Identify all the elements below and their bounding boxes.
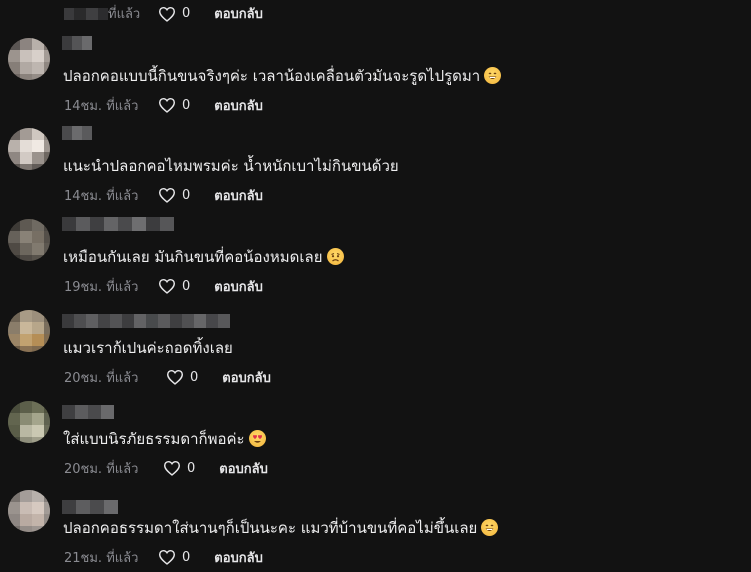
like-button[interactable]: 0	[158, 278, 190, 294]
avatar[interactable]	[8, 310, 50, 352]
reply-button[interactable]: ตอบกลับ	[214, 185, 263, 206]
comment-text: ปลอกคอแบบนี้กินขนจริงๆค่ะ เวลาน้องเคลื่อ…	[63, 66, 502, 86]
like-count: 0	[182, 549, 191, 565]
reply-button[interactable]: ตอบกลับ	[214, 276, 263, 297]
partial-comment-meta: ที่แล้ว 0 ตอบกลับ	[64, 3, 263, 24]
comment-meta: 20ชม. ที่แล้ว 0 ตอบกลับ	[64, 459, 268, 477]
avatar[interactable]	[8, 128, 50, 170]
worried-face-emoji	[326, 248, 344, 265]
comment-item: แนะนำปลอกคอไหมพรมค่ะ น้ำหนักเบาไม่กินขนด…	[0, 126, 751, 219]
heart-icon	[158, 278, 176, 294]
comment-meta: 20ชม. ที่แล้ว 0 ตอบกลับ	[64, 368, 271, 386]
reply-button[interactable]: ตอบกลับ	[214, 3, 263, 24]
comment-meta: 14ชม. ที่แล้ว 0 ตอบกลับ	[64, 96, 263, 114]
avatar[interactable]	[8, 219, 50, 261]
heart-icon	[158, 549, 176, 565]
comment-text-content: แมวเราก้เปนค่ะถอดทิ้งเลย	[63, 339, 233, 357]
comment-item: ปลอกคอแบบนี้กินขนจริงๆค่ะ เวลาน้องเคลื่อ…	[0, 36, 751, 129]
comment-text: เหมือนกันเลย มันกินขนที่คอน้องหมดเลย	[63, 247, 344, 267]
heart-icon	[158, 187, 176, 203]
reply-button[interactable]: ตอบกลับ	[219, 458, 268, 479]
username-blurred[interactable]	[62, 217, 174, 231]
comment-time: 14ชม. ที่แล้ว	[64, 98, 139, 114]
heart-icon	[158, 6, 176, 22]
comment-text: แมวเราก้เปนค่ะถอดทิ้งเลย	[63, 338, 233, 358]
comment-text-content: ปลอกคอแบบนี้กินขนจริงๆค่ะ เวลาน้องเคลื่อ…	[63, 67, 481, 85]
heart-icon	[166, 369, 184, 385]
comment-text: แนะนำปลอกคอไหมพรมค่ะ น้ำหนักเบาไม่กินขนด…	[63, 156, 399, 176]
like-button[interactable]: 0	[166, 369, 198, 385]
username-blurred[interactable]	[62, 36, 92, 50]
comment-text-content: แนะนำปลอกคอไหมพรมค่ะ น้ำหนักเบาไม่กินขนด…	[63, 157, 399, 175]
username-blurred[interactable]	[62, 500, 118, 514]
comment-text-content: ใส่แบบนิรภัยธรรมดาก็พอค่ะ	[63, 430, 245, 448]
username-blurred[interactable]	[62, 405, 114, 419]
comment-text: ใส่แบบนิรภัยธรรมดาก็พอค่ะ	[63, 429, 266, 449]
comment-item: ใส่แบบนิรภัยธรรมดาก็พอค่ะ 20ชม. ที่แล้ว …	[0, 401, 751, 492]
like-count: 0	[182, 187, 191, 203]
avatar[interactable]	[8, 401, 50, 443]
heart-eyes-emoji	[248, 430, 266, 447]
heart-icon	[158, 97, 176, 113]
comment-time: 14ชม. ที่แล้ว	[64, 188, 139, 204]
like-button[interactable]: 0	[158, 97, 190, 113]
comment-text-content: เหมือนกันเลย มันกินขนที่คอน้องหมดเลย	[63, 248, 323, 266]
comment-meta: 19ชม. ที่แล้ว 0 ตอบกลับ	[64, 277, 263, 295]
comment-time: ที่แล้ว	[108, 7, 141, 22]
comment-list: ที่แล้ว 0 ตอบกลับ ปลอกคอแบบนี้กินขนจริงๆ…	[0, 0, 751, 572]
comment-time: 20ชม. ที่แล้ว	[64, 461, 139, 477]
comment-text: ปลอกคอธรรมดาใส่นานๆก็เป็นนะคะ แมวที่บ้าน…	[63, 518, 499, 538]
username-blurred[interactable]	[62, 314, 230, 328]
avatar[interactable]	[8, 490, 50, 532]
like-button[interactable]: 0	[163, 460, 195, 476]
like-count: 0	[182, 97, 191, 113]
comment-text-content: ปลอกคอธรรมดาใส่นานๆก็เป็นนะคะ แมวที่บ้าน…	[63, 519, 478, 537]
reply-button[interactable]: ตอบกลับ	[214, 547, 263, 568]
username-blurred[interactable]	[62, 126, 92, 140]
comment-time: 20ชม. ที่แล้ว	[64, 370, 139, 386]
comment-item: แมวเราก้เปนค่ะถอดทิ้งเลย 20ชม. ที่แล้ว 0…	[0, 310, 751, 401]
like-count: 0	[182, 6, 191, 21]
like-count: 0	[187, 460, 196, 476]
comment-meta: 21ชม. ที่แล้ว 0 ตอบกลับ	[64, 548, 263, 566]
grinning-face-emoji	[481, 519, 499, 536]
comment-time: 19ชม. ที่แล้ว	[64, 279, 139, 295]
like-count: 0	[182, 278, 191, 294]
comment-time: 21ชม. ที่แล้ว	[64, 550, 139, 566]
heart-icon	[163, 460, 181, 476]
like-button[interactable]: 0	[158, 187, 190, 203]
avatar[interactable]	[8, 38, 50, 80]
like-button[interactable]: 0	[158, 549, 190, 565]
comment-meta: 14ชม. ที่แล้ว 0 ตอบกลับ	[64, 186, 263, 204]
comment-item: ปลอกคอธรรมดาใส่นานๆก็เป็นนะคะ แมวที่บ้าน…	[0, 490, 751, 572]
blurred-time-prefix	[64, 7, 108, 20]
comment-item: เหมือนกันเลย มันกินขนที่คอน้องหมดเลย 19ช…	[0, 217, 751, 310]
like-count: 0	[190, 369, 199, 385]
like-button[interactable]: 0	[158, 6, 190, 22]
reply-button[interactable]: ตอบกลับ	[222, 367, 271, 388]
grinning-face-emoji	[484, 67, 502, 84]
reply-button[interactable]: ตอบกลับ	[214, 95, 263, 116]
